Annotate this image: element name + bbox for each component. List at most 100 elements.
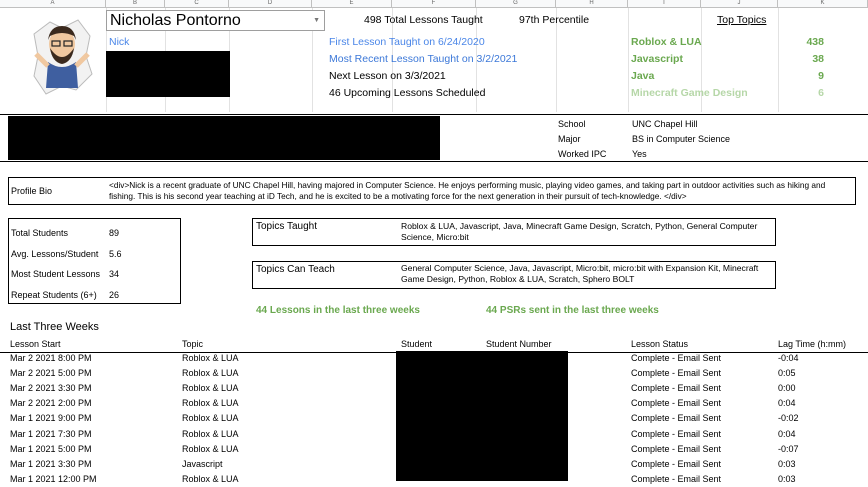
top-topics-heading[interactable]: Top Topics (717, 14, 766, 26)
topics-taught-label: Topics Taught (256, 221, 317, 232)
column-header-c[interactable]: C (165, 0, 229, 7)
column-header-a[interactable]: A (0, 0, 106, 7)
table-header-cell: Lesson Status (631, 339, 689, 349)
teacher-name-dropdown[interactable]: Nicholas Pontorno ▼ (106, 10, 325, 31)
table-cell-start: Mar 2 2021 8:00 PM (10, 353, 92, 363)
table-cell-start: Mar 1 2021 5:00 PM (10, 443, 92, 454)
education-label: Worked IPC (558, 149, 607, 159)
top-topic-name: Java (631, 70, 655, 82)
stat-label: Total Students (11, 228, 69, 238)
grid-line (778, 8, 779, 112)
table-cell-start: Mar 1 2021 7:30 PM (10, 428, 92, 439)
column-header-row: ABCDEFGHIJK (0, 0, 868, 8)
table-cell-status: Complete - Email Sent (631, 398, 722, 409)
column-header-j[interactable]: J (701, 0, 778, 7)
table-cell-status: Complete - Email Sent (631, 443, 722, 454)
column-header-f[interactable]: F (392, 0, 476, 7)
table-cell-lag: 0:04 (778, 428, 796, 439)
education-label: School (558, 119, 586, 129)
table-cell-topic: Roblox & LUA (182, 398, 239, 409)
table-cell-topic: Roblox & LUA (182, 443, 239, 454)
table-cell-status: Complete - Email Sent (631, 458, 722, 469)
first-lesson: First Lesson Taught on 6/24/2020 (329, 36, 485, 48)
column-header-e[interactable]: E (312, 0, 392, 7)
table-header-cell: Lesson Start (10, 339, 61, 349)
table-cell-start: Mar 2 2021 5:00 PM (10, 368, 92, 379)
table-cell-topic: Roblox & LUA (182, 413, 239, 424)
profile-bio-label: Profile Bio (11, 186, 53, 196)
column-header-b[interactable]: B (106, 0, 165, 7)
table-header-cell: Student Number (486, 339, 552, 349)
table-cell-topic: Roblox & LUA (182, 473, 239, 484)
table-cell-lag: -0:02 (778, 413, 799, 424)
topics-can-teach-value: General Computer Science, Java, Javascri… (401, 263, 759, 284)
table-cell-start: Mar 2 2021 2:00 PM (10, 398, 92, 409)
top-topic-count: 38 (812, 53, 824, 65)
upcoming-lessons: 46 Upcoming Lessons Scheduled (329, 87, 486, 99)
top-topic-count: 438 (806, 36, 824, 48)
stat-value: 34 (109, 269, 120, 279)
stat-value: 5.6 (109, 249, 122, 259)
percentile: 97th Percentile (519, 14, 590, 26)
table-cell-status: Complete - Email Sent (631, 383, 722, 394)
table-cell-start: Mar 1 2021 3:30 PM (10, 458, 92, 469)
lessons-three-weeks: 44 Lessons in the last three weeks (256, 305, 420, 316)
table-cell-topic: Roblox & LUA (182, 383, 239, 394)
education-value: UNC Chapel Hill (632, 119, 698, 129)
next-lesson: Next Lesson on 3/3/2021 (329, 70, 446, 82)
education-value: Yes (632, 149, 647, 159)
stat-value: 89 (109, 228, 120, 238)
table-cell-start: Mar 1 2021 12:00 PM (10, 473, 97, 484)
stat-value: 26 (109, 290, 120, 300)
education-label: Major (558, 134, 581, 144)
topics-taught-value: Roblox & LUA, Javascript, Java, Minecraf… (401, 221, 758, 242)
column-header-g[interactable]: G (476, 0, 556, 7)
avatar (28, 14, 96, 100)
top-topic-name: Javascript (631, 53, 683, 65)
redacted-block (8, 116, 440, 160)
table-cell-status: Complete - Email Sent (631, 413, 722, 424)
table-cell-topic: Roblox & LUA (182, 353, 239, 363)
teacher-name: Nicholas Pontorno (110, 12, 241, 29)
chevron-down-icon: ▼ (313, 17, 320, 24)
table-cell-status: Complete - Email Sent (631, 473, 722, 484)
redacted-student-column (396, 351, 568, 481)
table-cell-topic: Roblox & LUA (182, 428, 239, 439)
top-topic-name: Roblox & LUA (631, 36, 702, 48)
divider-line (0, 114, 868, 115)
table-cell-start: Mar 1 2021 9:00 PM (10, 413, 92, 424)
table-cell-lag: 0:03 (778, 473, 796, 484)
column-header-h[interactable]: H (556, 0, 628, 7)
table-header-cell: Topic (182, 339, 204, 349)
table-cell-lag: -0:04 (778, 353, 799, 363)
column-header-k[interactable]: K (778, 0, 868, 7)
top-topic-count: 6 (818, 87, 824, 99)
table-cell-lag: 0:04 (778, 398, 796, 409)
last-three-weeks-title: Last Three Weeks (10, 321, 99, 333)
redacted-block (106, 51, 230, 97)
table-cell-lag: 0:00 (778, 383, 796, 394)
table-cell-status: Complete - Email Sent (631, 428, 722, 439)
total-lessons: 498 Total Lessons Taught (364, 14, 483, 26)
table-header-cell: Student (401, 339, 433, 349)
top-topic-count: 9 (818, 70, 824, 82)
table-cell-start: Mar 2 2021 3:30 PM (10, 383, 92, 394)
divider-line (0, 161, 868, 162)
top-topic-name: Minecraft Game Design (631, 87, 748, 99)
table-header-cell: Lag Time (h:mm) (778, 339, 847, 349)
grid-line (628, 8, 629, 112)
table-cell-status: Complete - Email Sent (631, 353, 722, 363)
topics-can-teach-label: Topics Can Teach (256, 264, 335, 275)
stat-label: Most Student Lessons (11, 269, 101, 279)
column-header-i[interactable]: I (628, 0, 701, 7)
table-cell-lag: 0:03 (778, 458, 796, 469)
column-header-d[interactable]: D (229, 0, 312, 7)
recent-lesson: Most Recent Lesson Taught on 3/2/2021 (329, 53, 518, 65)
psrs-three-weeks: 44 PSRs sent in the last three weeks (486, 305, 659, 316)
table-cell-topic: Roblox & LUA (182, 368, 239, 379)
stat-label: Avg. Lessons/Student (11, 249, 99, 259)
education-value: BS in Computer Science (632, 134, 731, 144)
table-cell-lag: -0:07 (778, 443, 799, 454)
profile-bio-text: <div>Nick is a recent graduate of UNC Ch… (109, 180, 826, 201)
teacher-nickname: Nick (109, 36, 130, 48)
